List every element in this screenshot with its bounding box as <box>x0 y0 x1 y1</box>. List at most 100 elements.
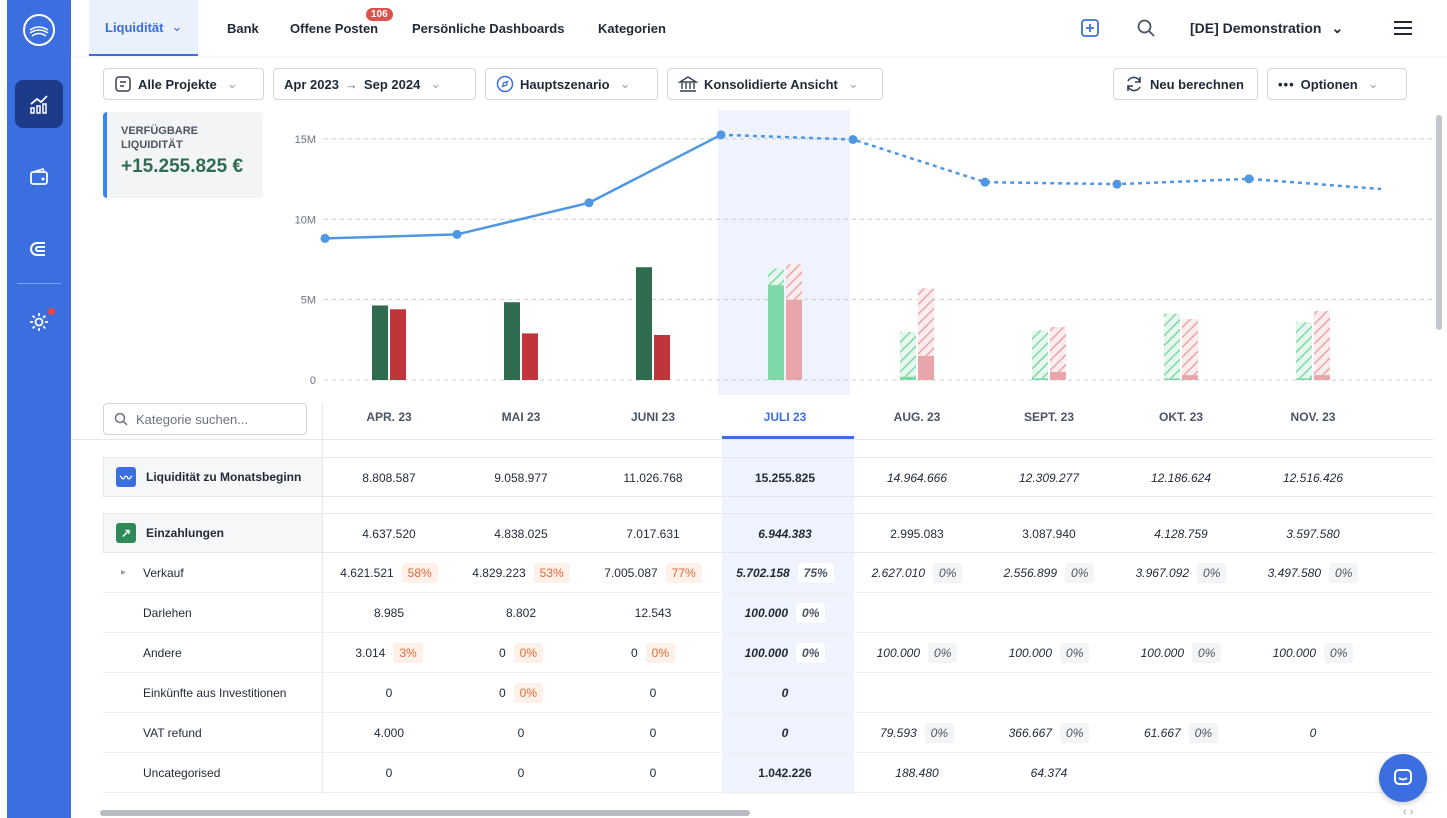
month-header-cell[interactable]: NOV. 23 <box>1247 410 1379 424</box>
table-cell[interactable] <box>1247 673 1379 713</box>
tab-kategorien[interactable]: Kategorien <box>598 0 666 56</box>
tab-dashboards[interactable]: Persönliche Dashboards <box>412 0 564 56</box>
table-cell[interactable]: 50.( <box>1379 713 1447 753</box>
table-cell[interactable]: 79.593 0% <box>851 713 983 753</box>
table-cell[interactable]: 0 0% <box>455 633 587 673</box>
table-cell[interactable]: 0 0% <box>455 673 587 713</box>
table-cell[interactable]: 100.000 0% <box>719 593 851 633</box>
table-cell[interactable] <box>851 593 983 633</box>
menu-button[interactable] <box>1393 0 1413 56</box>
table-cell[interactable]: 12.186.624 <box>1115 458 1247 498</box>
table-cell[interactable] <box>1115 673 1247 713</box>
table-cell[interactable]: 0 <box>719 673 851 713</box>
sidebar-item-liquidity[interactable] <box>15 80 63 128</box>
table-cell[interactable]: 11.026.768 <box>587 458 719 498</box>
table-cell[interactable]: 12.543 <box>587 593 719 633</box>
month-header-cell[interactable]: OKT. 23 <box>1115 410 1247 424</box>
table-cell[interactable]: 14.964.666 <box>851 458 983 498</box>
table-cell[interactable]: 100.000 0% <box>1115 633 1247 673</box>
table-cell[interactable]: 100.( <box>1379 633 1447 673</box>
sidebar-item-settings[interactable] <box>15 298 63 346</box>
table-cell[interactable] <box>983 593 1115 633</box>
workspace-selector[interactable]: [DE] Demonstration ⌄ <box>1190 0 1343 56</box>
sidebar-item-wallet[interactable] <box>15 153 63 201</box>
table-cell[interactable] <box>851 673 983 713</box>
date-range-filter[interactable]: Apr 2023 → Sep 2024 ⌄ <box>273 68 476 100</box>
table-cell[interactable]: 0 <box>719 713 851 753</box>
table-cell[interactable]: 8.985 <box>323 593 455 633</box>
table-cell[interactable]: 100.000 0% <box>983 633 1115 673</box>
chat-button[interactable] <box>1379 754 1427 802</box>
recalculate-button[interactable]: Neu berechnen <box>1113 68 1258 100</box>
table-cell[interactable]: 188.480 <box>851 753 983 793</box>
tab-liquiditaet[interactable]: Liquidität ⌄ <box>89 0 199 56</box>
table-cell[interactable]: 0 <box>1247 713 1379 753</box>
expand-caret-icon[interactable]: ▸ <box>121 567 126 578</box>
table-cell[interactable]: 100.000 0% <box>719 633 851 673</box>
table-cell[interactable]: 4.829.223 53% <box>455 553 587 593</box>
table-cell[interactable]: 100.000 0% <box>851 633 983 673</box>
table-cell[interactable]: 0 <box>587 673 719 713</box>
app-logo[interactable] <box>23 14 55 46</box>
table-cell[interactable]: 0 0% <box>587 633 719 673</box>
month-header-cell[interactable]: MAI 23 <box>455 410 587 424</box>
table-cell[interactable]: 3.014 3% <box>323 633 455 673</box>
table-cell[interactable]: 4.128.759 <box>1115 514 1247 554</box>
table-cell[interactable]: 12.516.426 <box>1247 458 1379 498</box>
view-filter[interactable]: Konsolidierte Ansicht ⌄ <box>667 68 883 100</box>
month-header-cell[interactable]: JUNI 23 <box>587 410 719 424</box>
table-cell[interactable]: 3.087.940 <box>983 514 1115 554</box>
row-label[interactable]: ▸ Verkauf <box>103 553 323 593</box>
scenario-filter[interactable]: Hauptszenario ⌄ <box>485 68 658 100</box>
table-cell[interactable]: 8.808.587 <box>323 458 455 498</box>
tab-offene-posten[interactable]: Offene Posten 106 <box>290 0 393 56</box>
table-cell[interactable]: 12.309.277 <box>983 458 1115 498</box>
sidebar-item-integrations[interactable] <box>15 225 63 273</box>
table-cell[interactable]: 4.637.520 <box>323 514 455 554</box>
category-search[interactable]: Kategorie suchen... <box>103 403 307 435</box>
table-cell[interactable]: 4.000 <box>323 713 455 753</box>
table-cell[interactable]: 4.838.025 <box>455 514 587 554</box>
search-button[interactable] <box>1136 0 1156 56</box>
table-cell[interactable]: 0 <box>587 753 719 793</box>
table-cell[interactable]: 3.967.092 0% <box>1115 553 1247 593</box>
table-cell[interactable]: 15.255.825 <box>719 458 851 498</box>
table-cell[interactable]: 5.702.158 75% <box>719 553 851 593</box>
tab-bank[interactable]: Bank <box>227 0 259 56</box>
table-cell[interactable]: 64.374 <box>983 753 1115 793</box>
table-cell[interactable] <box>1115 593 1247 633</box>
table-cell[interactable]: 0 <box>455 713 587 753</box>
table-cell[interactable]: 3.678.: <box>1379 553 1447 593</box>
table-cell[interactable]: 4.621.521 58% <box>323 553 455 593</box>
table-cell[interactable]: 0 <box>455 753 587 793</box>
table-cell[interactable]: 100.000 0% <box>1247 633 1379 673</box>
options-button[interactable]: ••• Optionen ⌄ <box>1267 68 1407 100</box>
table-cell[interactable]: 0 <box>323 673 455 713</box>
table-cell[interactable] <box>983 673 1115 713</box>
table-cell[interactable] <box>1247 753 1379 793</box>
table-cell[interactable]: 2.995.083 <box>851 514 983 554</box>
table-cell[interactable]: 61.667 0% <box>1115 713 1247 753</box>
month-header-cell[interactable]: AUG. 23 <box>851 410 983 424</box>
table-cell[interactable]: 366.667 0% <box>983 713 1115 753</box>
table-cell[interactable]: 3.597.580 <box>1247 514 1379 554</box>
table-cell[interactable] <box>1379 593 1447 633</box>
table-cell[interactable]: 8.802 <box>455 593 587 633</box>
table-cell[interactable]: 0 <box>587 713 719 753</box>
vertical-scrollbar[interactable] <box>1436 115 1442 330</box>
scroll-arrows[interactable]: ‹ › <box>1403 806 1413 818</box>
table-cell[interactable] <box>1379 673 1447 713</box>
table-cell[interactable] <box>1247 593 1379 633</box>
month-header-cell[interactable]: JULI 23 <box>719 410 851 424</box>
month-header-cell[interactable]: SEPT. 23 <box>983 410 1115 424</box>
table-cell[interactable]: 3.497.580 0% <box>1247 553 1379 593</box>
table-cell[interactable]: 9.058.977 <box>455 458 587 498</box>
add-button[interactable] <box>1080 0 1100 56</box>
horizontal-scrollbar[interactable] <box>100 810 750 816</box>
month-header-cell[interactable]: APR. 23 <box>323 410 455 424</box>
table-cell[interactable] <box>1115 753 1247 793</box>
table-cell[interactable]: 2.627.010 0% <box>851 553 983 593</box>
table-cell[interactable]: 7.017.631 <box>587 514 719 554</box>
table-cell[interactable]: 2.556.899 0% <box>983 553 1115 593</box>
table-cell[interactable]: 3.828.: <box>1379 514 1447 554</box>
